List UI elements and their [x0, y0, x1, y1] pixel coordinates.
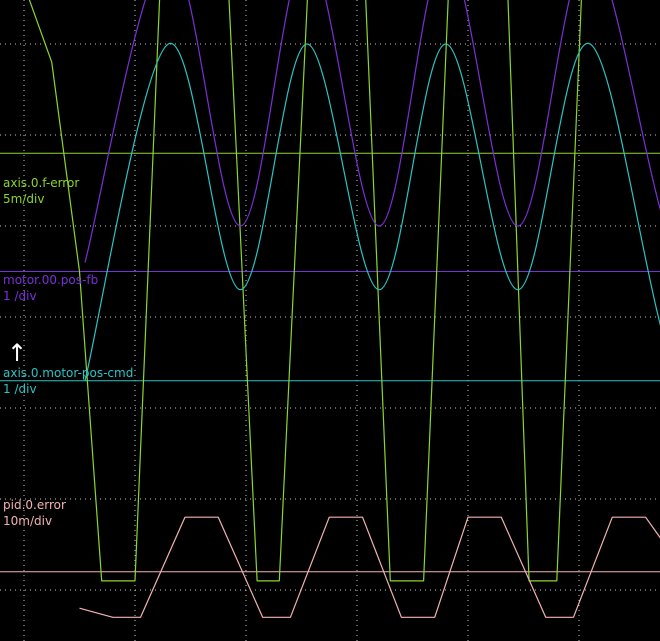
trace-pid.0.error — [79, 516, 660, 618]
channel-name: axis.0.f-error — [3, 176, 80, 190]
channel-label-axis-motor-pos-cmd[interactable]: axis.0.motor-pos-cmd 1 /div — [3, 365, 133, 397]
trigger-arrow-icon: ↑ — [7, 339, 27, 367]
channel-name: axis.0.motor-pos-cmd — [3, 366, 134, 380]
channel-label-axis-f-error[interactable]: axis.0.f-error 5m/div — [3, 175, 79, 207]
channel-name: pid.0.error — [3, 498, 66, 512]
channel-scale: 1 /div — [3, 289, 37, 303]
channel-name: motor.00.pos-fb — [3, 273, 99, 287]
channel-scale: 5m/div — [3, 192, 45, 206]
channel-scale: 1 /div — [3, 382, 37, 396]
oscilloscope-display: ↑ axis.0.f-error 5m/div motor.00.pos-fb … — [0, 0, 660, 641]
channel-label-motor-pos-fb[interactable]: motor.00.pos-fb 1 /div — [3, 272, 98, 304]
scope-plot: ↑ — [0, 0, 660, 641]
channel-scale: 10m/div — [3, 514, 53, 528]
channel-baselines — [0, 152, 660, 573]
channel-traces — [28, 0, 660, 618]
trace-axis.0.f-error — [28, 0, 582, 582]
channel-label-pid-error[interactable]: pid.0.error 10m/div — [3, 497, 66, 529]
trace-axis.0.motor-pos-cmd — [84, 43, 660, 381]
